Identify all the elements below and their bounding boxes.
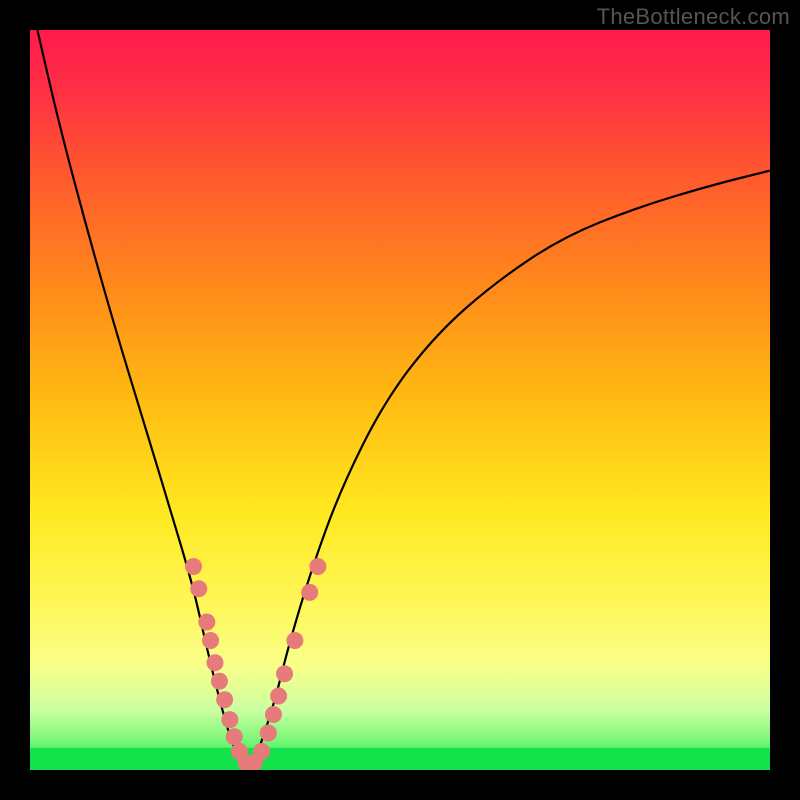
highlight-dot (309, 558, 326, 575)
highlight-dot (202, 632, 219, 649)
highlight-dot (206, 654, 223, 671)
green-band (30, 748, 770, 770)
plot-area (30, 30, 770, 770)
highlight-dot (286, 632, 303, 649)
highlight-dot (260, 724, 277, 741)
highlight-dot (198, 613, 215, 630)
highlight-dot (211, 673, 228, 690)
highlight-dot (190, 580, 207, 597)
gradient-background (30, 30, 770, 770)
highlight-dot (276, 665, 293, 682)
watermark-text: TheBottleneck.com (597, 4, 790, 30)
highlight-dot (270, 687, 287, 704)
highlight-dot (216, 691, 233, 708)
highlight-dot (185, 558, 202, 575)
highlight-dot (253, 743, 270, 760)
highlight-dot (226, 728, 243, 745)
chart-stage: TheBottleneck.com (0, 0, 800, 800)
highlight-dot (221, 711, 238, 728)
highlight-dot (265, 706, 282, 723)
highlight-dot (301, 584, 318, 601)
plot-svg (30, 30, 770, 770)
